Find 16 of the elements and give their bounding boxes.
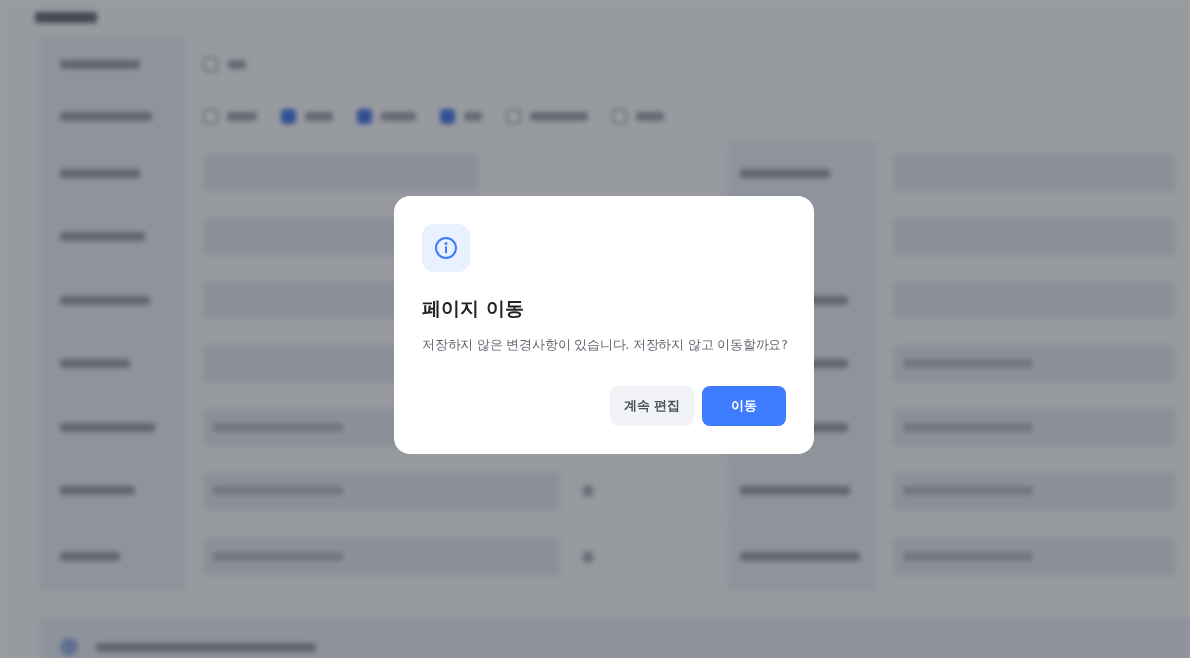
input-field[interactable]	[893, 408, 1175, 446]
checkbox[interactable]	[357, 108, 372, 124]
keep-editing-button[interactable]: 계속 편집	[610, 386, 694, 426]
dialog-title: 페이지 이동	[422, 296, 525, 321]
input-field[interactable]	[893, 537, 1175, 576]
input-field[interactable]	[203, 471, 560, 510]
move-button[interactable]: 이동	[702, 386, 786, 426]
input-field[interactable]	[203, 537, 560, 576]
checkbox[interactable]	[440, 108, 455, 124]
input-field[interactable]	[893, 344, 1175, 383]
circle-icon	[60, 638, 78, 656]
input-field[interactable]	[893, 471, 1175, 510]
blurred-title	[35, 12, 97, 23]
checkbox[interactable]	[281, 108, 296, 124]
info-icon	[422, 224, 470, 272]
dialog-message: 저장하지 않은 변경사항이 있습니다. 저장하지 않고 이동할까요?	[422, 337, 789, 354]
